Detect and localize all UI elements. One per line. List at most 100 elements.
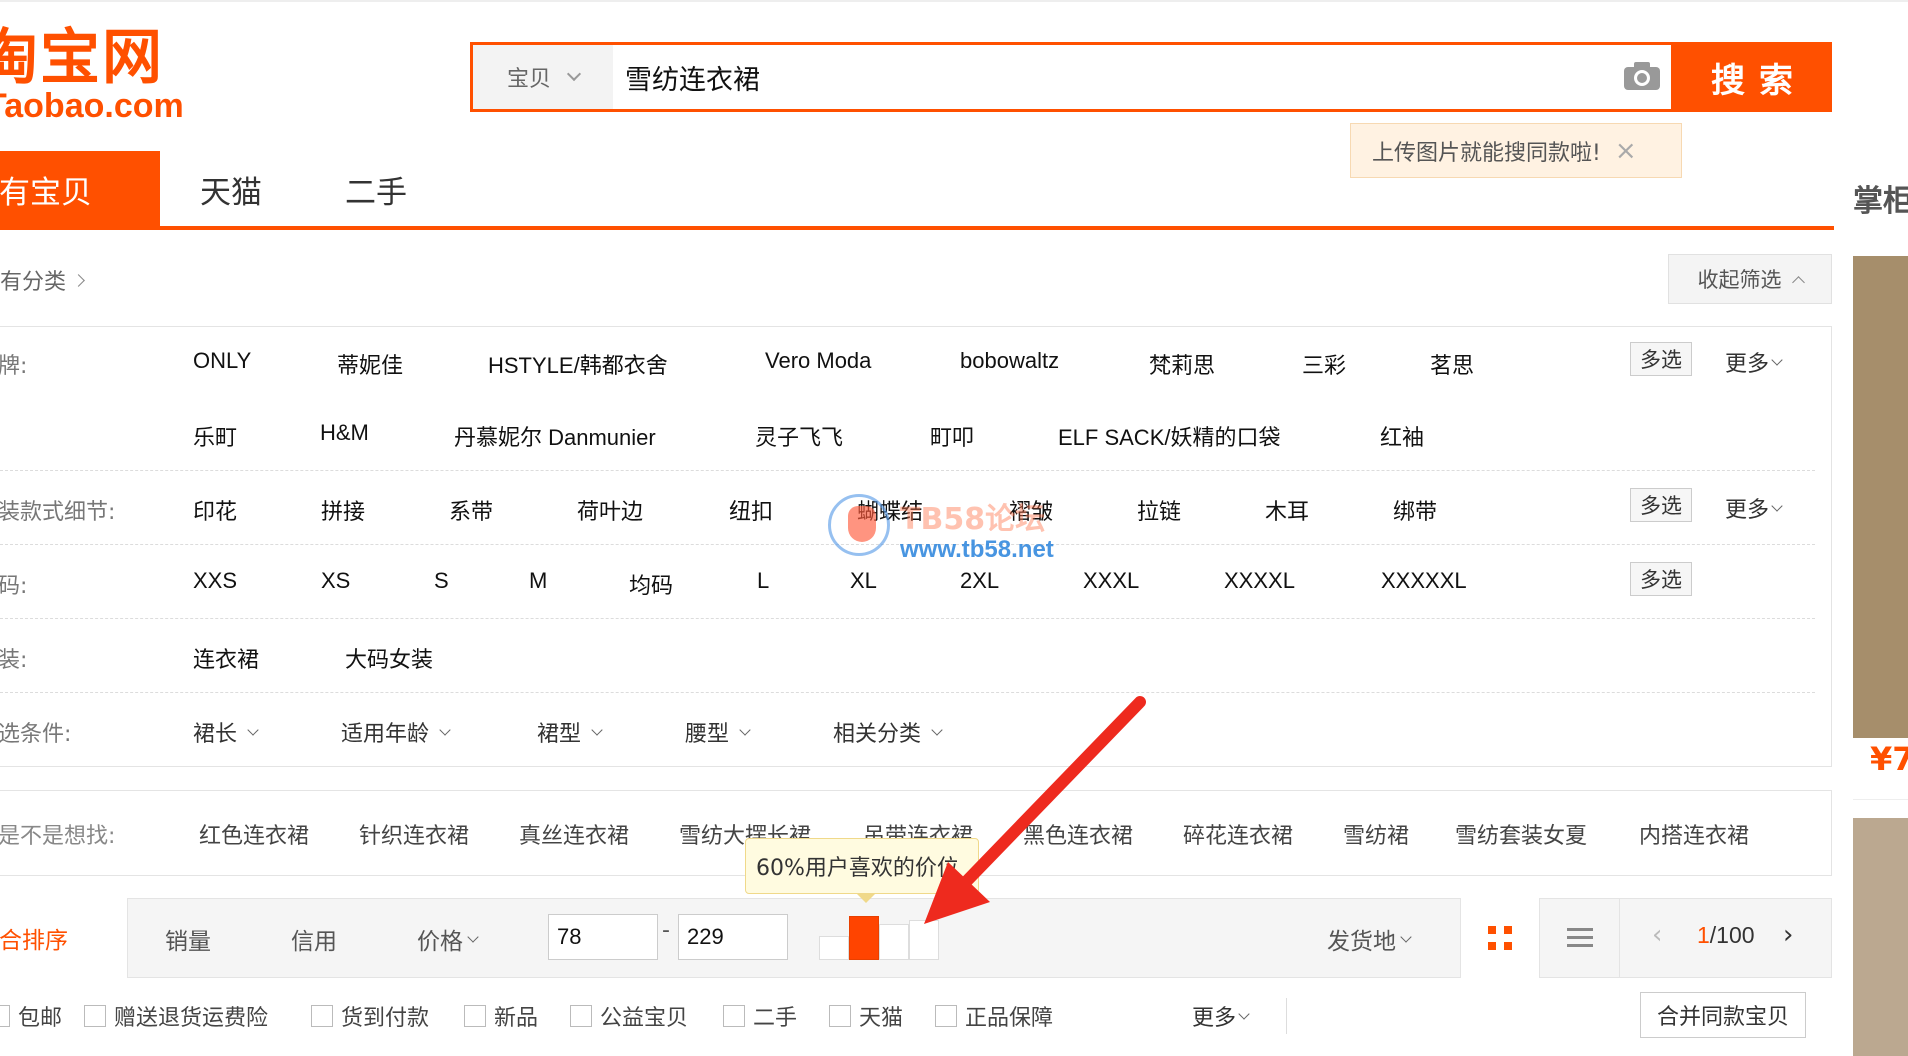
breadcrumb[interactable]: 所有分类 <box>0 264 85 296</box>
size-item[interactable]: 均码 <box>629 568 673 600</box>
logo-text[interactable]: 淘宝网 <box>0 26 164 90</box>
price-range-bar-popular[interactable] <box>849 916 879 960</box>
brand-item[interactable]: 蒂妮佳 <box>337 348 403 380</box>
brand-multi-select-button[interactable]: 多选 <box>1630 342 1692 376</box>
sort-default-tab[interactable]: 综合排序 <box>0 898 128 978</box>
price-min-input[interactable] <box>548 914 658 960</box>
checkbox[interactable] <box>723 1005 745 1027</box>
checkbox[interactable] <box>0 1005 10 1027</box>
price-range-bar[interactable] <box>879 924 909 960</box>
condition-dropdown[interactable]: 适用年龄 <box>341 716 451 748</box>
brand-item[interactable]: HSTYLE/韩都衣舍 <box>488 348 668 380</box>
checkbox[interactable] <box>464 1005 486 1027</box>
sort-price-tab[interactable]: 价格 <box>417 922 479 956</box>
detail-item[interactable]: 拼接 <box>321 494 365 526</box>
suggest-item[interactable]: 黑色连衣裙 <box>1023 818 1133 850</box>
suggest-item[interactable]: 碎花连衣裙 <box>1183 818 1293 850</box>
detail-item[interactable]: 荷叶边 <box>577 494 643 526</box>
brand-item[interactable]: 灵子飞飞 <box>755 420 843 452</box>
filter-checkbox[interactable]: 公益宝贝 <box>570 1000 688 1032</box>
brand-item[interactable]: 乐町 <box>193 420 237 452</box>
brand-item[interactable]: Vero Moda <box>765 348 871 374</box>
checkbox[interactable] <box>935 1005 957 1027</box>
search-input[interactable] <box>623 45 1583 109</box>
detail-item[interactable]: 纽扣 <box>729 494 773 526</box>
filter-checkbox[interactable]: 二手 <box>723 1000 797 1032</box>
size-item[interactable]: XXXXL <box>1224 568 1295 594</box>
size-item[interactable]: M <box>529 568 547 594</box>
merge-same-items-button[interactable]: 合并同款宝贝 <box>1640 992 1806 1038</box>
size-item[interactable]: XXS <box>193 568 237 594</box>
checkbox[interactable] <box>570 1005 592 1027</box>
brand-item[interactable]: 茗思 <box>1430 348 1474 380</box>
search-button[interactable]: 搜索 <box>1674 42 1832 112</box>
detail-more-button[interactable]: 更多 <box>1725 492 1783 524</box>
size-item[interactable]: XXXL <box>1083 568 1139 594</box>
suggest-item[interactable]: 雪纺裙 <box>1343 818 1409 850</box>
list-view-button[interactable] <box>1540 898 1620 978</box>
filter-checkbox[interactable]: 货到付款 <box>311 1000 429 1032</box>
filter-checkbox[interactable]: 天猫 <box>829 1000 903 1032</box>
detail-item[interactable]: 绑带 <box>1393 494 1437 526</box>
condition-dropdown[interactable]: 裙型 <box>537 716 603 748</box>
checkbox-more-button[interactable]: 更多 <box>1192 1000 1250 1032</box>
brand-item[interactable]: bobowaltz <box>960 348 1059 374</box>
price-range-bar[interactable] <box>909 920 939 960</box>
brand-item[interactable]: ONLY <box>193 348 251 374</box>
price-max-input[interactable] <box>678 914 788 960</box>
checkbox[interactable] <box>829 1005 851 1027</box>
brand-item[interactable]: 三彩 <box>1302 348 1346 380</box>
brand-item[interactable]: 丹慕妮尔 Danmunier <box>454 420 656 452</box>
search-type-dropdown[interactable]: 宝贝 <box>473 45 613 109</box>
filter-checkbox[interactable]: 包邮 <box>0 1000 62 1032</box>
ship-from-dropdown[interactable]: 发货地 <box>1327 922 1412 956</box>
product-image[interactable] <box>1853 818 1908 1056</box>
condition-dropdown[interactable]: 腰型 <box>685 716 751 748</box>
sort-credit-tab[interactable]: 信用 <box>291 922 337 956</box>
size-item[interactable]: XXXXXL <box>1381 568 1467 594</box>
close-icon[interactable]: × <box>1615 138 1637 164</box>
detail-item[interactable]: 木耳 <box>1265 494 1309 526</box>
page-next-icon[interactable]: › <box>1783 920 1793 950</box>
collapse-filters-button[interactable]: 收起筛选 <box>1668 254 1832 304</box>
size-item[interactable]: S <box>434 568 449 594</box>
grid-view-button[interactable] <box>1460 898 1540 978</box>
brand-more-button[interactable]: 更多 <box>1725 346 1783 378</box>
checkbox[interactable] <box>84 1005 106 1027</box>
women-item[interactable]: 大码女装 <box>345 642 433 674</box>
size-item[interactable]: L <box>757 568 769 594</box>
price-range-bar[interactable] <box>819 936 849 960</box>
detail-multi-select-button[interactable]: 多选 <box>1630 488 1692 522</box>
brand-item[interactable]: 町叩 <box>930 420 974 452</box>
tab-all-items[interactable]: 所有宝贝 <box>0 151 160 228</box>
detail-item[interactable]: 印花 <box>193 494 237 526</box>
size-multi-select-button[interactable]: 多选 <box>1630 562 1692 596</box>
filter-checkbox[interactable]: 新品 <box>464 1000 538 1032</box>
suggest-item[interactable]: 雪纺套装女夏 <box>1455 818 1587 850</box>
tab-tmall[interactable]: 天猫 <box>200 151 262 228</box>
detail-item[interactable]: 拉链 <box>1137 494 1181 526</box>
women-item[interactable]: 连衣裙 <box>193 642 259 674</box>
size-item[interactable]: XS <box>321 568 350 594</box>
page-prev-icon[interactable]: ‹ <box>1652 920 1662 950</box>
size-item[interactable]: 2XL <box>960 568 999 594</box>
condition-dropdown[interactable]: 相关分类 <box>833 716 943 748</box>
detail-item[interactable]: 系带 <box>449 494 493 526</box>
brand-item[interactable]: ELF SACK/妖精的口袋 <box>1058 420 1280 452</box>
product-image[interactable] <box>1853 256 1908 738</box>
filter-checkbox[interactable]: 正品保障 <box>935 1000 1053 1032</box>
brand-item[interactable]: H&M <box>320 420 369 446</box>
camera-icon[interactable] <box>1623 61 1661 91</box>
brand-item[interactable]: 红袖 <box>1380 420 1424 452</box>
sort-sales-tab[interactable]: 销量 <box>165 922 211 956</box>
brand-item[interactable]: 梵莉思 <box>1149 348 1215 380</box>
logo-domain[interactable]: Taobao.com <box>0 86 184 126</box>
filter-checkbox[interactable]: 赠送退货运费险 <box>84 1000 268 1032</box>
suggest-item[interactable]: 红色连衣裙 <box>199 818 309 850</box>
checkbox[interactable] <box>311 1005 333 1027</box>
suggest-item[interactable]: 针织连衣裙 <box>359 818 469 850</box>
size-item[interactable]: XL <box>850 568 877 594</box>
suggest-item[interactable]: 内搭连衣裙 <box>1639 818 1749 850</box>
suggest-item[interactable]: 真丝连衣裙 <box>519 818 629 850</box>
tab-secondhand[interactable]: 二手 <box>345 151 407 228</box>
